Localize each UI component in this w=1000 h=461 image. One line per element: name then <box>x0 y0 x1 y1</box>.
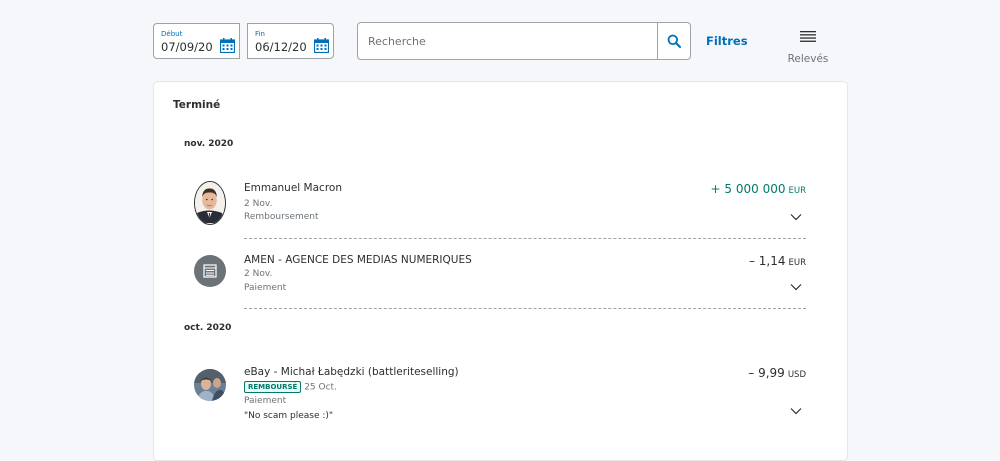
avatar <box>194 369 226 401</box>
avatar <box>194 181 226 225</box>
start-date-value: 07/09/20 <box>161 40 213 54</box>
amount-value: – 1,14 <box>748 254 786 268</box>
search-placeholder: Recherche <box>368 35 426 48</box>
month-header: oct. 2020 <box>184 323 232 333</box>
transaction-row[interactable]: Emmanuel Macron 2 Nov. Remboursement + 5… <box>194 178 806 238</box>
amount-value: + 5 000 000 <box>710 182 786 196</box>
amount-value: – 9,99 <box>748 366 785 380</box>
search-button[interactable] <box>657 23 690 59</box>
transaction-name: AMEN - AGENCE DES MEDIAS NUMERIQUES <box>244 254 472 266</box>
transaction-date: 2 Nov. <box>244 269 273 279</box>
menu-icon <box>800 31 816 42</box>
chevron-down-icon[interactable] <box>790 213 802 221</box>
search-input[interactable]: Recherche <box>357 22 691 60</box>
transaction-name: eBay - Michał Łabędzki (battleritesellin… <box>244 366 459 378</box>
transaction-note: "No scam please :)" <box>244 411 334 421</box>
transaction-type: Remboursement <box>244 212 319 222</box>
refunded-badge: REMBOURSÉ <box>244 381 302 393</box>
transaction-row[interactable]: AMEN - AGENCE DES MEDIAS NUMERIQUES 2 No… <box>194 252 806 312</box>
end-date-field[interactable]: Fin 06/12/20 <box>247 23 334 59</box>
transaction-date: 25 Oct. <box>304 382 337 393</box>
divider <box>244 308 806 309</box>
activity-card: Terminé nov. 2020 Emmanuel Macron 2 Nov.… <box>153 81 848 461</box>
transaction-date: 2 Nov. <box>244 199 273 209</box>
person-photo <box>195 182 224 223</box>
calendar-icon[interactable] <box>220 38 235 53</box>
chevron-down-icon[interactable] <box>790 407 802 415</box>
end-date-value: 06/12/20 <box>255 40 307 54</box>
statements-button[interactable]: Relevés <box>785 27 831 65</box>
month-header: nov. 2020 <box>184 139 234 149</box>
search-icon <box>667 34 681 48</box>
transaction-amount: – 1,14 EUR <box>749 254 806 268</box>
transaction-type: Paiement <box>244 283 287 293</box>
start-date-field[interactable]: Début 07/09/20 <box>153 23 240 59</box>
transaction-type: Paiement <box>244 396 287 406</box>
filters-link[interactable]: Filtres <box>706 34 748 48</box>
section-title: Terminé <box>173 99 221 111</box>
amount-currency: EUR <box>788 258 807 268</box>
transaction-status-line: REMBOURSÉ 25 Oct. <box>244 381 337 393</box>
statements-label: Relevés <box>787 53 829 65</box>
amount-currency: EUR <box>788 186 807 196</box>
calendar-icon[interactable] <box>314 38 329 53</box>
amount-currency: USD <box>787 370 806 380</box>
transaction-row[interactable]: eBay - Michał Łabędzki (battleritesellin… <box>194 366 806 436</box>
store-icon <box>203 264 217 278</box>
avatar <box>194 255 226 287</box>
transaction-amount: + 5 000 000 EUR <box>711 182 806 196</box>
chevron-down-icon[interactable] <box>790 283 802 291</box>
person-photo <box>194 369 226 401</box>
transaction-amount: – 9,99 USD <box>748 366 806 380</box>
transaction-name: Emmanuel Macron <box>244 182 342 194</box>
divider <box>244 238 806 239</box>
end-date-label: Fin <box>255 30 265 38</box>
start-date-label: Début <box>161 30 183 38</box>
